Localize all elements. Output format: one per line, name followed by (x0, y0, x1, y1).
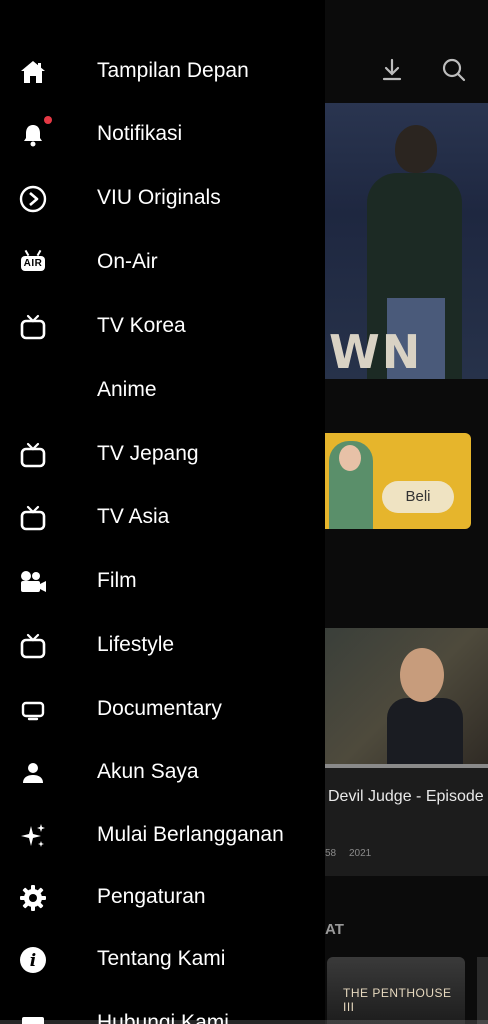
gear-icon (18, 885, 48, 911)
originals-icon (18, 185, 48, 213)
menu-item-on-air[interactable]: AIR On-Air (0, 233, 325, 293)
bell-icon (18, 122, 48, 148)
menu-item-settings[interactable]: Pengaturan (0, 868, 325, 928)
menu-item-label: Tampilan Depan (97, 59, 249, 82)
episode-meta-count: 58 (325, 848, 337, 859)
menu-item-label: Anime (97, 378, 157, 401)
menu-item-lifestyle[interactable]: Lifestyle (0, 616, 325, 676)
menu-item-label: Lifestyle (97, 633, 175, 656)
episode-card[interactable]: Devil Judge - Episode (325, 628, 488, 876)
navigation-drawer: Tampilan Depan Notifikasi VIU Originals … (0, 0, 325, 1024)
download-icon[interactable] (378, 56, 406, 84)
menu-item-tv-korea[interactable]: TV Korea (0, 297, 325, 357)
menu-item-label: Documentary (97, 697, 222, 720)
tv-icon (18, 314, 48, 340)
episode-title: Devil Judge - Episode (328, 788, 484, 805)
menu-item-label: Pengaturan (97, 885, 206, 908)
menu-item-label: TV Asia (97, 505, 170, 528)
menu-item-label: Mulai Berlangganan (97, 823, 284, 846)
menu-item-tv-asia[interactable]: TV Asia (0, 488, 325, 548)
menu-item-film[interactable]: Film (0, 552, 325, 612)
screen-icon (18, 697, 48, 723)
search-icon[interactable] (440, 56, 468, 84)
poster-title: THE PENTHOUSE III (343, 986, 452, 1014)
top-bar-icons (378, 56, 468, 84)
menu-item-label: VIU Originals (97, 186, 221, 209)
menu-item-label: TV Korea (97, 314, 186, 337)
menu-item-label: Akun Saya (97, 760, 199, 783)
menu-item-label: Tentang Kami (97, 947, 226, 970)
menu-item-label: Film (97, 569, 137, 592)
menu-item-anime[interactable]: Anime (0, 361, 325, 421)
svg-text:i: i (30, 951, 36, 971)
menu-item-label: On-Air (97, 250, 158, 273)
hero-title-fragment: WN (329, 325, 423, 379)
film-camera-icon (18, 569, 48, 595)
menu-item-label: Notifikasi (97, 122, 183, 145)
air-badge-icon: AIR (18, 250, 48, 276)
menu-item-home[interactable]: Tampilan Depan (0, 42, 325, 102)
hero-banner[interactable]: WN (325, 103, 488, 379)
menu-item-label: TV Jepang (97, 442, 199, 465)
poster-card[interactable] (477, 957, 488, 1024)
notification-dot (44, 116, 52, 124)
menu-item-subscribe[interactable]: Mulai Berlangganan (0, 806, 325, 866)
menu-item-documentary[interactable]: Documentary (0, 680, 325, 740)
tv-icon (18, 633, 48, 659)
episode-meta-year: 2021 (349, 848, 372, 859)
tv-icon (18, 442, 48, 468)
home-icon (18, 59, 48, 85)
poster-card[interactable]: THE PENTHOUSE III (327, 957, 465, 1024)
tv-icon (18, 505, 48, 531)
menu-item-about[interactable]: i Tentang Kami (0, 930, 325, 990)
menu-item-tv-jepang[interactable]: TV Jepang (0, 425, 325, 485)
promo-banner[interactable]: Beli (325, 433, 471, 529)
buy-button[interactable]: Beli (382, 481, 454, 513)
episode-thumbnail (325, 628, 488, 768)
menu-item-viu-originals[interactable]: VIU Originals (0, 169, 325, 229)
info-icon: i (18, 947, 48, 973)
person-icon (18, 760, 48, 786)
watch-progress-bar (325, 764, 488, 768)
menu-item-akun-saya[interactable]: Akun Saya (0, 743, 325, 803)
menu-item-notifications[interactable]: Notifikasi (0, 105, 325, 165)
sparkle-icon (18, 823, 48, 849)
system-gesture-bar (0, 1020, 488, 1024)
section-title-fragment: AT (325, 921, 344, 938)
